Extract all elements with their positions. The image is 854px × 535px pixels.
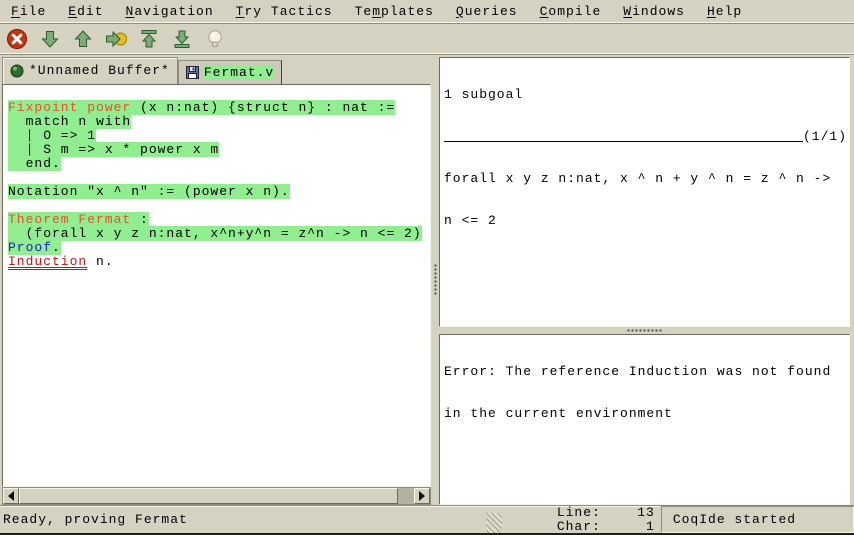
coqide-window: FileEditNavigationTry TacticsTemplatesQu…: [0, 0, 854, 535]
tab-fermat-v[interactable]: Fermat.v: [178, 60, 282, 84]
goal-counter: (1/1): [803, 130, 847, 144]
line-value: 13: [601, 506, 655, 520]
goals-pane[interactable]: 1 subgoal (1/1) forall x y z n:nat, x ^ …: [439, 57, 850, 327]
lightbulb-icon: [204, 28, 226, 50]
goal-text-line: forall x y z n:nat, x ^ n + y ^ n = z ^ …: [444, 172, 847, 186]
code-segment: (forall x y z n:nat, x^n+y^n = z^n -> n …: [8, 226, 422, 241]
code-line[interactable]: | S m => x * power x m: [8, 143, 430, 157]
forward-down-arrow-icon: [39, 28, 61, 50]
grip-dots-icon: [434, 264, 437, 296]
tab-label: Fermat.v: [204, 66, 274, 80]
error-message-line: Error: The reference Induction was not f…: [444, 365, 847, 379]
code-line[interactable]: [8, 87, 430, 101]
code-line[interactable]: end.: [8, 157, 430, 171]
code-line[interactable]: | O => 1: [8, 129, 430, 143]
menu-queries[interactable]: Queries: [445, 2, 529, 22]
code-segment: (x n:nat) {struct n} : nat :=: [131, 100, 395, 115]
tab-unnamed-buffer[interactable]: *Unnamed Buffer*: [2, 57, 178, 84]
code-segment: :: [131, 212, 149, 227]
code-segment: Proof: [8, 240, 52, 255]
stop-icon: [6, 28, 28, 50]
code-line[interactable]: Proof.: [8, 241, 430, 255]
code-segment: | O => 1: [8, 128, 96, 143]
goal-separator: (1/1): [444, 130, 847, 144]
status-bar: Ready, proving Fermat Line:13 Char:1 Coq…: [0, 505, 854, 533]
code-segment: end.: [8, 156, 61, 171]
pane-divider-vertical[interactable]: [431, 55, 439, 505]
line-label: Line:: [557, 505, 601, 520]
char-label: Char:: [557, 519, 601, 534]
go-to-cursor-icon: [104, 28, 128, 50]
char-value: 1: [601, 520, 655, 534]
toolbar: [0, 24, 854, 55]
green-sphere-icon: [10, 64, 24, 78]
code-line[interactable]: (forall x y z n:nat, x^n+y^n = z^n -> n …: [8, 227, 430, 241]
forward-one-step-button[interactable]: [38, 27, 62, 51]
menu-compile[interactable]: Compile: [529, 2, 613, 22]
menu-file[interactable]: File: [0, 2, 57, 22]
menu-windows[interactable]: Windows: [612, 2, 696, 22]
pane-divider-horizontal[interactable]: [439, 327, 850, 334]
code-segment: Theorem Fermat: [8, 212, 131, 227]
backward-one-step-button[interactable]: [71, 27, 95, 51]
code-segment: Fixpoint power: [8, 100, 131, 115]
menu-navigation[interactable]: Navigation: [115, 2, 225, 22]
menu-edit[interactable]: Edit: [57, 2, 114, 22]
menu-try-tactics[interactable]: Try Tactics: [225, 2, 344, 22]
code-segment: .: [52, 240, 61, 255]
scrollbar-trough[interactable]: [398, 488, 414, 504]
code-line[interactable]: [8, 199, 430, 213]
code-line[interactable]: Fixpoint power (x n:nat) {struct n} : na…: [8, 101, 430, 115]
code-segment: match n with: [8, 114, 131, 129]
code-segment: Induction: [8, 254, 87, 269]
status-message: Ready, proving Fermat: [0, 513, 486, 527]
tab-bar: *Unnamed Buffer* Fermat.v: [0, 55, 431, 84]
proof-column: 1 subgoal (1/1) forall x y z n:nat, x ^ …: [439, 55, 854, 505]
go-to-end-icon: [171, 28, 193, 50]
goal-separator-line: [444, 141, 803, 142]
editor-column: *Unnamed Buffer* Fermat.v Fixpoint power…: [0, 55, 431, 505]
scroll-left-button[interactable]: [3, 488, 19, 504]
backward-up-arrow-icon: [72, 28, 94, 50]
horizontal-scrollbar[interactable]: [2, 487, 431, 505]
error-message-line: in the current environment: [444, 407, 847, 421]
subgoal-count: 1 subgoal: [444, 88, 847, 102]
go-to-cursor-button[interactable]: [104, 27, 128, 51]
hint-button[interactable]: [203, 27, 227, 51]
grip-dots-icon: [627, 329, 663, 332]
code-segment: n.: [87, 254, 113, 269]
go-to-end-button[interactable]: [170, 27, 194, 51]
restart-button[interactable]: [137, 27, 161, 51]
messages-pane[interactable]: Error: The reference Induction was not f…: [439, 334, 850, 505]
code-line[interactable]: Induction n.: [8, 255, 430, 269]
scrollbar-thumb[interactable]: [19, 488, 398, 504]
code-area: Fixpoint power (x n:nat) {struct n} : na…: [8, 87, 430, 269]
resize-grip-icon[interactable]: [486, 513, 502, 533]
code-segment: Notation "x ^ n" := (power x n).: [8, 184, 290, 199]
code-line[interactable]: [8, 171, 430, 185]
left-arrow-icon: [8, 491, 14, 501]
app-status: CoqIde started: [661, 506, 854, 533]
menu-help[interactable]: Help: [696, 2, 753, 22]
code-segment: | S m => x * power x m: [8, 142, 219, 157]
go-to-start-icon: [138, 28, 160, 50]
tab-label: *Unnamed Buffer*: [29, 64, 170, 78]
code-editor[interactable]: Fixpoint power (x n:nat) {struct n} : na…: [2, 84, 431, 487]
code-line[interactable]: Theorem Fermat :: [8, 213, 430, 227]
app-status-text: CoqIde started: [673, 513, 796, 527]
right-arrow-icon: [419, 491, 425, 501]
cursor-position: Line:13 Char:1: [502, 492, 655, 535]
menu-bar: FileEditNavigationTry TacticsTemplatesQu…: [0, 0, 854, 24]
menu-templates[interactable]: Templates: [344, 2, 445, 22]
goal-text-line: n <= 2: [444, 214, 847, 228]
scroll-right-button[interactable]: [414, 488, 430, 504]
code-line[interactable]: Notation "x ^ n" := (power x n).: [8, 185, 430, 199]
stop-button[interactable]: [5, 27, 29, 51]
code-line[interactable]: match n with: [8, 115, 430, 129]
main-area: *Unnamed Buffer* Fermat.v Fixpoint power…: [0, 55, 854, 505]
floppy-disk-icon: [186, 66, 199, 79]
